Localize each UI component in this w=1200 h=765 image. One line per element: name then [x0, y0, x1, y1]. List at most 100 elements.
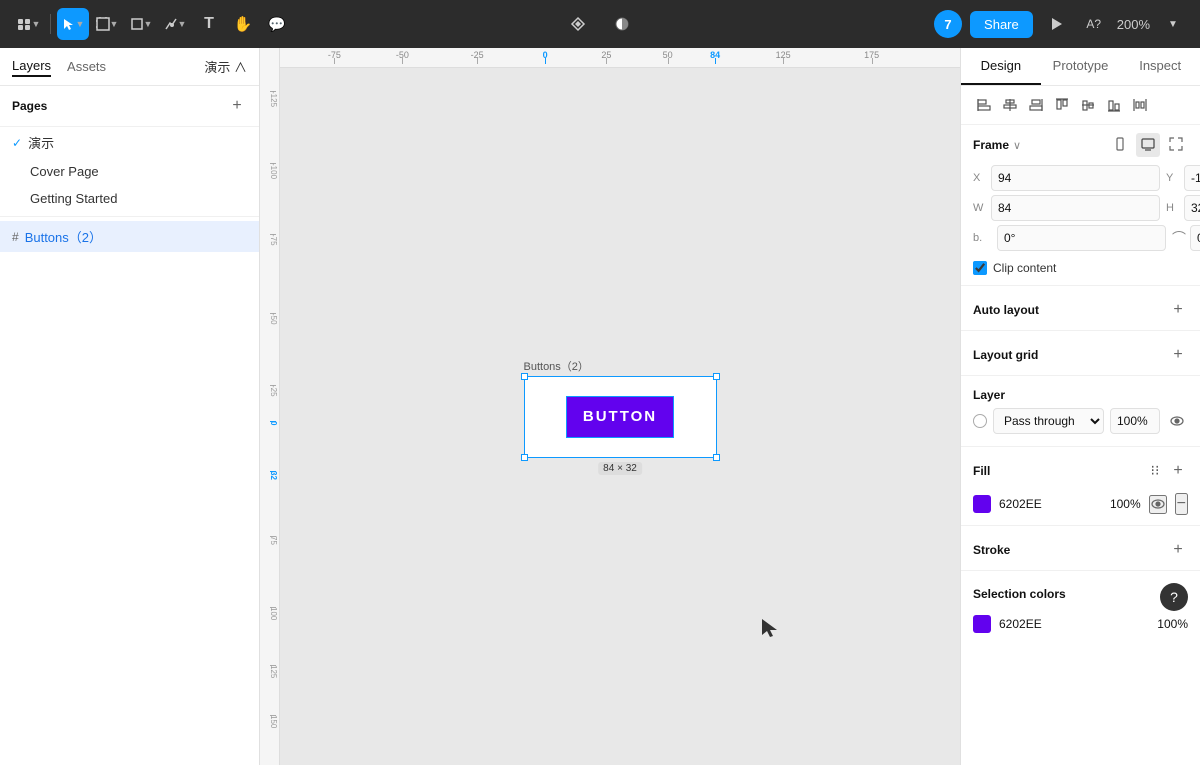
toolbar-center — [562, 8, 638, 40]
rotation-input[interactable] — [997, 225, 1166, 251]
handle-bl[interactable] — [521, 454, 528, 461]
tick-175 — [872, 58, 873, 64]
add-page-button[interactable]: + — [227, 96, 247, 116]
fill-color-swatch[interactable] — [973, 495, 991, 513]
tick-50 — [668, 58, 669, 64]
演示-label[interactable]: 演示 ∧ — [204, 57, 247, 76]
share-button[interactable]: Share — [970, 11, 1033, 38]
canvas-area[interactable]: -75 -50 -25 0 25 50 84 125 175 — [260, 48, 960, 765]
fill-remove-button[interactable]: − — [1175, 493, 1188, 515]
xy-row: X Y — [973, 165, 1188, 191]
tools-menu-button[interactable]: ▼ — [12, 8, 44, 40]
spellcheck-button[interactable]: A? — [1079, 9, 1109, 39]
fill-row: 6202EE 100% − — [961, 487, 1200, 521]
distribute-button[interactable] — [1129, 94, 1151, 116]
handle-br[interactable] — [713, 454, 720, 461]
h-input[interactable] — [1184, 195, 1200, 221]
left-panel: Layers Assets 演示 ∧ Pages + ✓ 演示 Cover Pa… — [0, 48, 260, 765]
frame-expand-button[interactable] — [1164, 133, 1188, 157]
separator-1 — [50, 14, 51, 34]
selection-color-row: 6202EE 100% — [973, 611, 1188, 637]
align-right-button[interactable] — [1025, 94, 1047, 116]
text-tool-button[interactable]: T — [193, 8, 225, 40]
clip-content-label: Clip content — [993, 261, 1056, 275]
contrast-tool-button[interactable] — [606, 8, 638, 40]
layer-title: Layer — [973, 388, 1188, 402]
fill-add-button[interactable]: + — [1168, 461, 1188, 481]
frame-container: Buttons（2） BUTTON 84 × 32 — [524, 376, 717, 458]
radius-input[interactable] — [1190, 225, 1200, 251]
handle-tl[interactable] — [521, 373, 528, 380]
ltick-label-100: 100 — [269, 607, 278, 620]
layer-visibility-button[interactable] — [1166, 410, 1188, 432]
pen-tool-button[interactable]: ▼ — [159, 8, 191, 40]
ltick-label-75: 75 — [269, 536, 278, 545]
main-area: Layers Assets 演示 ∧ Pages + ✓ 演示 Cover Pa… — [0, 48, 1200, 765]
align-top-button[interactable] — [1051, 94, 1073, 116]
tab-inspect[interactable]: Inspect — [1120, 48, 1200, 85]
play-button[interactable] — [1041, 9, 1071, 39]
fill-buttons: ⁝⁝ + — [1146, 461, 1188, 481]
comment-tool-button[interactable]: 💬 — [261, 8, 293, 40]
w-input[interactable] — [991, 195, 1160, 221]
help-button[interactable]: ? — [1160, 583, 1188, 611]
app-logo: 7 — [934, 10, 962, 38]
tool-group-left: ▼ ▼ ▼ ▼ ▼ T ✋ 💬 — [12, 8, 293, 40]
select-tool-button[interactable]: ▼ — [57, 8, 89, 40]
layer-row: Pass through — [973, 408, 1188, 434]
auto-layout-add-button[interactable]: + — [1168, 300, 1188, 320]
x-input[interactable] — [991, 165, 1160, 191]
assets-tab[interactable]: Assets — [67, 57, 106, 76]
layer-mode-select[interactable]: Pass through — [993, 408, 1104, 434]
layers-tab[interactable]: Layers — [12, 56, 51, 77]
page-yanshi[interactable]: ✓ 演示 — [0, 127, 259, 158]
page-check-mark: ✓ — [12, 136, 22, 150]
frame-tool-button[interactable]: ▼ — [91, 8, 123, 40]
layout-grid-add-button[interactable]: + — [1168, 345, 1188, 365]
layer-buttons-item[interactable]: # Buttons（2） — [0, 221, 259, 252]
xywh-section: X Y W H ⟳ — [961, 165, 1200, 255]
shape-tool-button[interactable]: ▼ — [125, 8, 157, 40]
fill-multi-button[interactable]: ⁝⁝ — [1146, 461, 1164, 479]
x-label: X — [973, 172, 987, 184]
ruler-left-ticks: -125 -100 -75 -50 -25 0 32 75 100 125 — [260, 48, 280, 765]
ltick-label-125: 125 — [269, 665, 278, 678]
layer-opacity-input[interactable] — [1110, 408, 1160, 434]
frame-title-area: Frame ∨ — [973, 138, 1021, 152]
stroke-add-button[interactable]: + — [1168, 540, 1188, 560]
pages-header: Pages + — [0, 86, 259, 127]
page-getting-started[interactable]: Getting Started — [0, 185, 259, 212]
button-element[interactable]: BUTTON — [566, 396, 674, 438]
tick-84 — [715, 58, 716, 64]
layers-section: # Buttons（2） — [0, 221, 259, 765]
h-label: H — [1166, 202, 1180, 214]
align-bottom-button[interactable] — [1103, 94, 1125, 116]
frame-desktop-view[interactable] — [1136, 133, 1160, 157]
tab-design[interactable]: Design — [961, 48, 1041, 85]
ruler-left: -125 -100 -75 -50 -25 0 32 75 100 125 — [260, 48, 280, 765]
clip-content-checkbox[interactable] — [973, 261, 987, 275]
ltick-label-0: 0 — [269, 421, 278, 425]
frame-layer-icon: # — [12, 230, 19, 244]
align-left-button[interactable] — [973, 94, 995, 116]
handle-tr[interactable] — [713, 373, 720, 380]
zoom-dropdown-button[interactable]: ▼ — [1158, 9, 1188, 39]
hand-tool-button[interactable]: ✋ — [227, 8, 259, 40]
stroke-header: Stroke + — [961, 530, 1200, 566]
y-input[interactable] — [1184, 165, 1200, 191]
page-cover[interactable]: Cover Page — [0, 158, 259, 185]
ruler-top: -75 -50 -25 0 25 50 84 125 175 — [280, 48, 960, 68]
fill-visibility-button[interactable] — [1149, 495, 1167, 514]
canvas-content[interactable]: Buttons（2） BUTTON 84 × 32 — [280, 68, 960, 765]
frame-box[interactable]: BUTTON 84 × 32 — [524, 376, 717, 458]
align-center-h-button[interactable] — [999, 94, 1021, 116]
frame-mobile-view[interactable] — [1108, 133, 1132, 157]
tab-prototype[interactable]: Prototype — [1041, 48, 1121, 85]
divider-1 — [0, 216, 259, 217]
zoom-level: 200% — [1117, 17, 1150, 32]
component-tool-button[interactable] — [562, 8, 594, 40]
right-panel: Design Prototype Inspect — [960, 48, 1200, 765]
sc-color-swatch[interactable] — [973, 615, 991, 633]
align-middle-v-button[interactable] — [1077, 94, 1099, 116]
frame-chevron[interactable]: ∨ — [1013, 139, 1021, 152]
